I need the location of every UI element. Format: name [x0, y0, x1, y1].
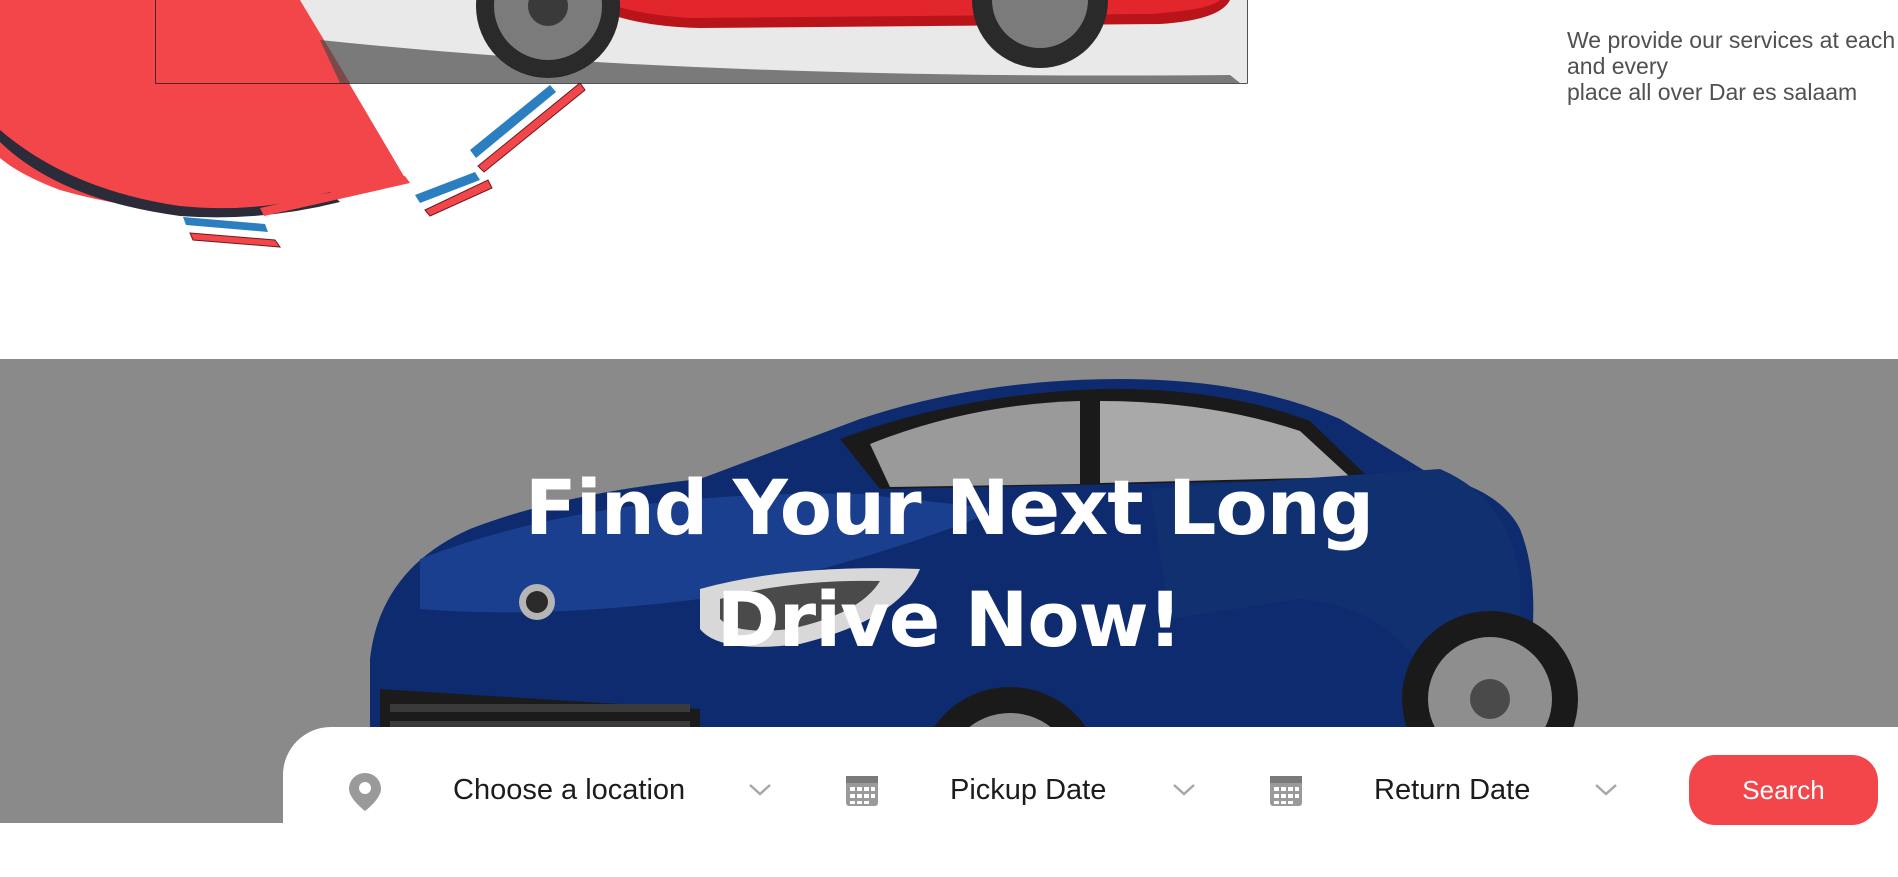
calendar-icon — [846, 776, 878, 806]
chevron-down-icon[interactable] — [1594, 782, 1618, 798]
chevron-down-icon[interactable] — [1172, 782, 1196, 798]
top-section: We provide our services at each and ever… — [0, 0, 1898, 359]
map-pin-icon — [349, 773, 381, 811]
red-car-illustration — [0, 0, 1248, 248]
calendar-icon — [1270, 776, 1302, 806]
chevron-down-icon[interactable] — [748, 782, 772, 798]
return-date-label: Return Date — [1374, 774, 1531, 806]
pickup-date-label: Pickup Date — [950, 774, 1107, 806]
services-description: We provide our services at each and ever… — [1567, 27, 1897, 105]
services-line-2: and every — [1567, 53, 1669, 79]
hero-title-line-2: Drive Now! — [716, 575, 1183, 664]
search-button[interactable]: Search — [1689, 755, 1878, 825]
services-line-3: place all over Dar es salaam — [1567, 79, 1858, 105]
location-label: Choose a location — [453, 774, 686, 806]
services-line-1: We provide our services at each — [1567, 27, 1896, 53]
hero-title-line-1: Find Your Next Long — [524, 463, 1374, 552]
hero-title: Find Your Next Long Drive Now! — [0, 452, 1898, 676]
